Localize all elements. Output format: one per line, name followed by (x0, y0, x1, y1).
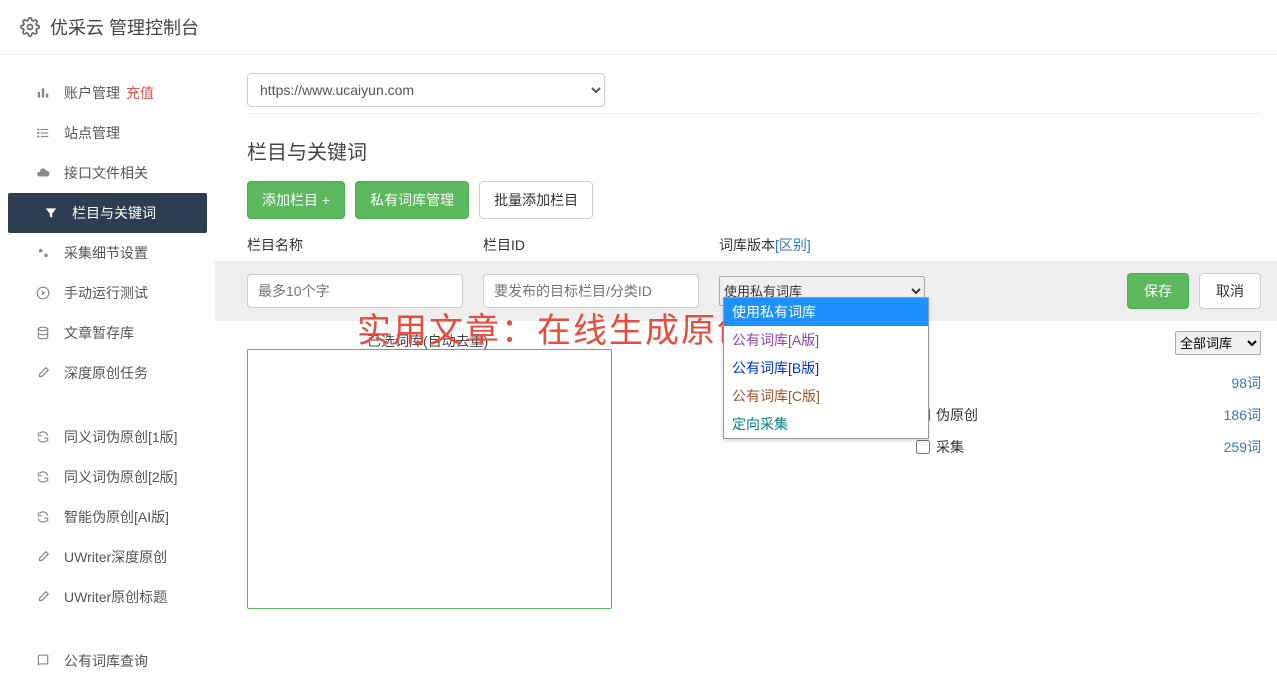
dropdown-option[interactable]: 公有词库[A版] (724, 326, 928, 354)
refresh-icon (36, 470, 52, 484)
sidebar-item-uwriter-deep[interactable]: UWriter深度原创 (0, 537, 215, 577)
sidebar-item-public-lex-query[interactable]: 公有词库查询 (0, 641, 215, 681)
lex-stat-row: 采集 259词 (916, 431, 1261, 463)
sidebar-item-label: UWriter原创标题 (64, 587, 167, 607)
bar-chart-icon (36, 86, 52, 100)
play-icon (36, 286, 52, 300)
sidebar: 账户管理 充值 站点管理 接口文件相关 栏目与关键词 采集细节设置 手动运行测试… (0, 55, 215, 681)
cogs-icon (36, 246, 52, 260)
lex-checkbox[interactable] (916, 440, 930, 454)
sidebar-item-label: 手动运行测试 (64, 283, 148, 303)
sidebar-item-label: 文章暂存库 (64, 323, 134, 343)
gear-icon (20, 17, 40, 37)
lex-stat-list: 98词 伪原创 186词 采集 259词 (916, 367, 1261, 463)
refresh-icon (36, 430, 52, 444)
sidebar-item-label: 深度原创任务 (64, 363, 148, 383)
database-icon (36, 326, 52, 340)
sidebar-item-label: 同义词伪原创[2版] (64, 467, 178, 487)
label-column-id: 栏目ID (483, 235, 719, 255)
topbar: 优采云 管理控制台 (0, 0, 1277, 55)
dropdown-option[interactable]: 公有词库[C版] (724, 382, 928, 410)
sidebar-item-label: UWriter深度原创 (64, 547, 167, 567)
sidebar-item-label: 同义词伪原创[1版] (64, 427, 178, 447)
filter-icon (44, 206, 60, 220)
dropdown-option[interactable]: 定向采集 (724, 410, 928, 438)
cancel-button[interactable]: 取消 (1199, 273, 1261, 309)
sidebar-item-label: 站点管理 (64, 123, 120, 143)
lex-count[interactable]: 259词 (1224, 437, 1261, 457)
lex-label: 伪原创 (936, 405, 978, 425)
label-lex-version: 词库版本[区别] (719, 235, 1261, 255)
dropdown-option[interactable]: 公有词库[B版] (724, 354, 928, 382)
lex-count[interactable]: 186词 (1224, 405, 1261, 425)
sidebar-item-collect-settings[interactable]: 采集细节设置 (0, 233, 215, 273)
selected-lex-label: 已选词库(自动去重) (367, 331, 488, 351)
book-icon (36, 654, 52, 668)
lex-count[interactable]: 98词 (1231, 373, 1261, 393)
batch-add-button[interactable]: 批量添加栏目 (479, 181, 593, 219)
sidebar-item-manual-run[interactable]: 手动运行测试 (0, 273, 215, 313)
sidebar-item-label: 公有词库查询 (64, 651, 148, 671)
add-column-button[interactable]: 添加栏目 + (247, 181, 345, 219)
edit-icon (36, 550, 52, 564)
edit-icon (36, 366, 52, 380)
sidebar-item-article-store[interactable]: 文章暂存库 (0, 313, 215, 353)
lex-stat-row: 98词 (916, 367, 1261, 399)
selected-lex-box (247, 349, 612, 609)
label-column-name: 栏目名称 (247, 235, 483, 255)
sidebar-item-api-files[interactable]: 接口文件相关 (0, 153, 215, 193)
sidebar-item-sites[interactable]: 站点管理 (0, 113, 215, 153)
sidebar-item-uwriter-title[interactable]: UWriter原创标题 (0, 577, 215, 617)
site-select[interactable]: https://www.ucaiyun.com (247, 73, 605, 107)
list-icon (36, 126, 52, 140)
column-name-input[interactable] (247, 274, 463, 308)
sidebar-item-deep-tasks[interactable]: 深度原创任务 (0, 353, 215, 393)
sidebar-item-synonym-v2[interactable]: 同义词伪原创[2版] (0, 457, 215, 497)
filter-lex-select[interactable]: 全部词库 (1175, 331, 1261, 355)
column-id-input[interactable] (483, 274, 699, 308)
sidebar-item-ai-version[interactable]: 智能伪原创[AI版] (0, 497, 215, 537)
edit-icon (36, 590, 52, 604)
section-title: 栏目与关键词 (247, 136, 1261, 165)
lex-stat-row: 伪原创 186词 (916, 399, 1261, 431)
lex-diff-link[interactable]: [区别] (775, 237, 811, 253)
dropdown-option[interactable]: 使用私有词库 (724, 298, 928, 326)
lex-label: 采集 (936, 437, 964, 457)
sidebar-item-account[interactable]: 账户管理 充值 (0, 73, 215, 113)
sidebar-item-label: 智能伪原创[AI版] (64, 507, 169, 527)
sidebar-recharge-link[interactable]: 充值 (126, 83, 154, 103)
lex-version-dropdown[interactable]: 使用私有词库 公有词库[A版] 公有词库[B版] 公有词库[C版] 定向采集 (723, 297, 929, 439)
private-lex-button[interactable]: 私有词库管理 (355, 181, 469, 219)
divider (247, 113, 1261, 114)
sidebar-item-synonym-v1[interactable]: 同义词伪原创[1版] (0, 417, 215, 457)
refresh-icon (36, 510, 52, 524)
save-button[interactable]: 保存 (1127, 273, 1189, 309)
page-title: 优采云 管理控制台 (50, 14, 199, 40)
sidebar-item-label: 接口文件相关 (64, 163, 148, 183)
sidebar-item-columns-keywords[interactable]: 栏目与关键词 (8, 193, 207, 233)
sidebar-item-label: 账户管理 (64, 83, 120, 103)
sidebar-item-label: 采集细节设置 (64, 243, 148, 263)
main-content: https://www.ucaiyun.com 栏目与关键词 添加栏目 + 私有… (215, 55, 1277, 681)
sidebar-item-label: 栏目与关键词 (72, 203, 156, 223)
cloud-icon (36, 166, 52, 180)
